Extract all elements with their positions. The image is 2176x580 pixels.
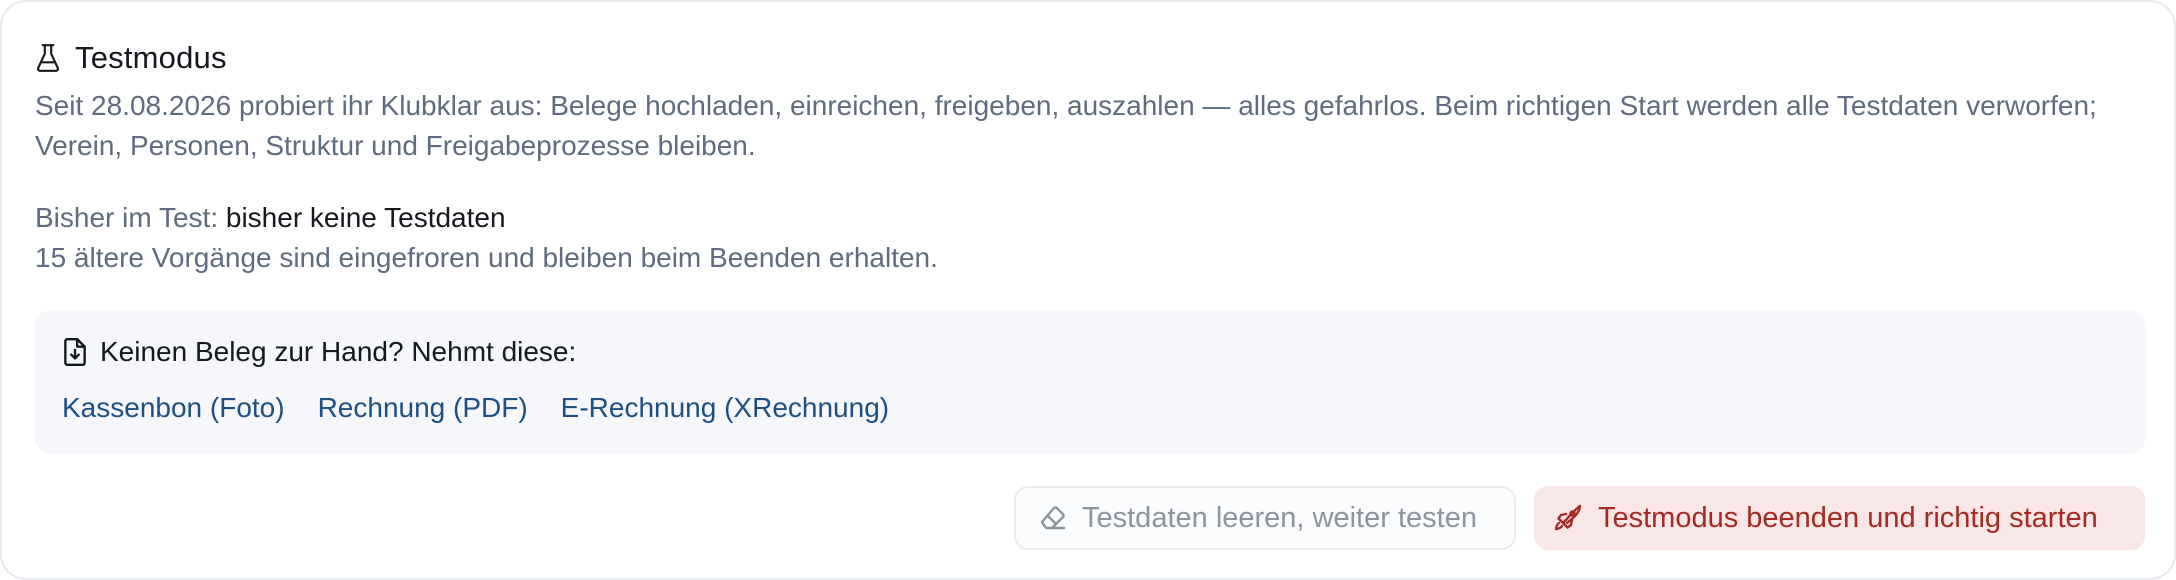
- end-testmode-label: Testmodus beenden und richtig starten: [1598, 501, 2098, 534]
- status-value: bisher keine Testdaten: [225, 202, 506, 233]
- sample-link-xrechnung[interactable]: E-Rechnung (XRechnung): [561, 392, 889, 424]
- clear-test-data-label: Testdaten leeren, weiter testen: [1082, 501, 1477, 534]
- file-download-icon: [64, 337, 86, 367]
- flask-icon: [37, 44, 59, 72]
- card-header: Testmodus: [35, 38, 227, 78]
- card-title: Testmodus: [75, 40, 227, 75]
- card-description: Seit 28.08.2026 probiert ihr Klubklar au…: [35, 90, 2097, 161]
- sample-documents-panel: Keinen Beleg zur Hand? Nehmt diese: Kass…: [34, 310, 2146, 454]
- test-status: Bisher im Test: bisher keine Testdaten: [35, 198, 506, 238]
- frozen-note: 15 ältere Vorgänge sind eingefroren und …: [35, 242, 938, 273]
- rocket-icon: [1554, 504, 1582, 531]
- sample-link-invoice-pdf[interactable]: Rechnung (PDF): [318, 392, 528, 424]
- sample-documents-header: Keinen Beleg zur Hand? Nehmt diese:: [62, 336, 576, 368]
- end-testmode-button[interactable]: Testmodus beenden und richtig starten: [1534, 486, 2145, 550]
- status-label: Bisher im Test:: [35, 202, 219, 233]
- sample-documents-title: Keinen Beleg zur Hand? Nehmt diese:: [100, 336, 577, 367]
- eraser-icon: [1040, 506, 1066, 530]
- sample-document-links: Kassenbon (Foto) Rechnung (PDF) E-Rechnu…: [62, 392, 889, 424]
- testmode-card: Testmodus Seit 28.08.2026 probiert ihr K…: [0, 0, 2176, 580]
- sample-link-receipt-photo[interactable]: Kassenbon (Foto): [62, 392, 285, 424]
- clear-test-data-button[interactable]: Testdaten leeren, weiter testen: [1014, 486, 1516, 550]
